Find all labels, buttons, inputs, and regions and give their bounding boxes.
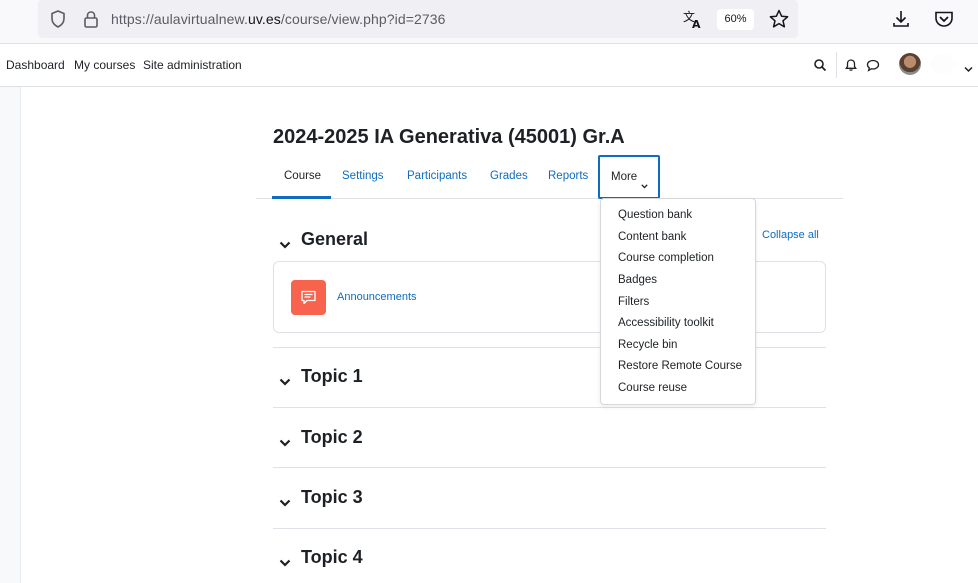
section-title[interactable]: Topic 2 <box>301 427 363 448</box>
tab-more[interactable]: More <box>598 155 660 199</box>
collapse-all-link[interactable]: Collapse all <box>762 229 819 241</box>
section-title[interactable]: Topic 3 <box>301 487 363 508</box>
section-divider <box>273 467 826 468</box>
chat-icon[interactable] <box>866 59 880 77</box>
section-title[interactable]: General <box>301 229 368 250</box>
menu-item-course-completion[interactable]: Course completion <box>618 252 714 264</box>
section-divider <box>273 407 826 408</box>
tab-participants[interactable]: Participants <box>407 170 467 182</box>
nav-site-administration[interactable]: Site administration <box>143 58 242 72</box>
menu-item-content-bank[interactable]: Content bank <box>618 231 686 243</box>
browser-toolbar: https://aulavirtualnew.uv.es/course/view… <box>0 0 978 44</box>
bell-icon[interactable] <box>844 58 858 77</box>
menu-item-filters[interactable]: Filters <box>618 296 649 308</box>
lock-icon[interactable] <box>82 9 100 34</box>
chevron-down-icon[interactable] <box>279 236 291 254</box>
menu-item-badges[interactable]: Badges <box>618 274 657 286</box>
address-bar[interactable]: https://aulavirtualnew.uv.es/course/view… <box>38 0 798 38</box>
menu-item-question-bank[interactable]: Question bank <box>618 209 692 221</box>
chevron-down-icon <box>641 176 648 194</box>
course-index-drawer <box>0 87 21 583</box>
section-title[interactable]: Topic 4 <box>301 547 363 568</box>
url-text[interactable]: https://aulavirtualnew.uv.es/course/view… <box>111 11 446 27</box>
navbar-divider <box>836 52 837 78</box>
nav-my-courses[interactable]: My courses <box>74 58 135 72</box>
tab-more-label: More <box>611 171 638 183</box>
section-title[interactable]: Topic 1 <box>301 366 363 387</box>
chevron-down-icon[interactable] <box>964 60 973 78</box>
page-title: 2024-2025 IA Generativa (45001) Gr.A <box>273 126 625 148</box>
tab-reports[interactable]: Reports <box>548 170 588 182</box>
site-navbar: Dashboard My courses Site administration <box>0 44 978 87</box>
search-icon[interactable] <box>813 58 827 77</box>
chevron-down-icon[interactable] <box>279 494 291 512</box>
activity-link-announcements[interactable]: Announcements <box>337 291 417 303</box>
pocket-icon[interactable] <box>933 9 955 34</box>
forum-icon[interactable] <box>291 280 326 315</box>
menu-item-recycle-bin[interactable]: Recycle bin <box>618 339 677 351</box>
chevron-down-icon[interactable] <box>279 373 291 391</box>
menu-item-course-reuse[interactable]: Course reuse <box>618 382 687 394</box>
tab-settings[interactable]: Settings <box>342 170 384 182</box>
chevron-down-icon[interactable] <box>279 554 291 572</box>
svg-text:A: A <box>692 18 701 30</box>
nav-dashboard[interactable]: Dashboard <box>6 58 65 72</box>
menu-item-restore-remote-course[interactable]: Restore Remote Course <box>618 360 742 372</box>
shield-icon[interactable] <box>48 9 68 34</box>
menu-item-accessibility-toolkit[interactable]: Accessibility toolkit <box>618 317 714 329</box>
secondary-navigation: Course Settings Participants Grades Repo… <box>256 155 843 199</box>
zoom-level-button[interactable]: 60% <box>717 9 754 30</box>
tab-course[interactable]: Course <box>284 170 321 182</box>
user-name-placeholder[interactable] <box>930 54 956 74</box>
translate-icon[interactable]: 文A <box>682 8 704 35</box>
active-tab-indicator <box>272 196 331 199</box>
more-dropdown-menu: Question bank Content bank Course comple… <box>600 198 756 405</box>
download-icon[interactable] <box>890 8 912 35</box>
tab-grades[interactable]: Grades <box>490 170 528 182</box>
section-divider <box>273 528 826 529</box>
chevron-down-icon[interactable] <box>279 434 291 452</box>
avatar[interactable] <box>899 53 921 75</box>
star-icon[interactable] <box>768 8 790 35</box>
